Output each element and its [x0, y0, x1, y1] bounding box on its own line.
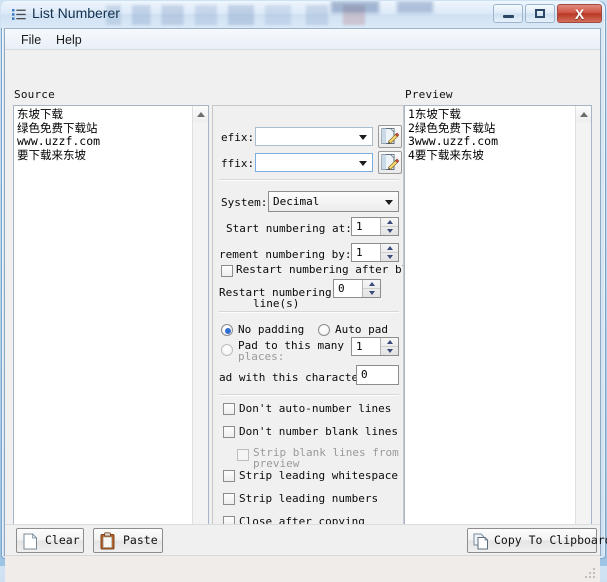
restart-after-blank-checkbox[interactable]	[221, 265, 233, 277]
dont-number-blank-checkbox[interactable]	[223, 426, 235, 438]
status-bar	[5, 555, 600, 582]
preview-textarea[interactable]: 1东坡下载 2绿色免费下载站 3www.uzzf.com 4要下载来东坡	[404, 105, 592, 542]
strip-leading-numbers-label: Strip leading numbers	[239, 492, 379, 505]
footer-toolbar: Clear Paste Copy To Clipboard	[5, 524, 607, 556]
spinner-down-icon[interactable]	[363, 289, 380, 297]
spinner-up-icon[interactable]	[381, 218, 398, 227]
window-title: List Numberer	[32, 5, 120, 21]
spinner-down-icon[interactable]	[381, 347, 398, 355]
resize-grip-icon[interactable]	[585, 568, 597, 580]
application-window: List Numberer X File Help Source 东坡下载 绿色…	[0, 0, 607, 582]
start-at-spinner[interactable]: 1	[351, 217, 399, 236]
chevron-down-icon	[359, 135, 367, 140]
auto-pad-label: Auto pad	[335, 323, 388, 336]
suffix-label: ffix:	[221, 157, 255, 170]
suffix-combo[interactable]	[255, 153, 373, 172]
spinner-up-icon[interactable]	[381, 244, 398, 253]
clear-button[interactable]: Clear	[16, 528, 84, 553]
pad-places-spinner[interactable]: 1	[351, 337, 399, 356]
menu-bar: File Help	[5, 29, 600, 50]
prefix-label: efix:	[221, 131, 255, 144]
menu-item-help[interactable]: Help	[48, 32, 90, 48]
page-icon	[23, 533, 38, 550]
restart-every-value: 0	[338, 282, 345, 295]
list-icon	[12, 9, 26, 20]
prefix-combo[interactable]	[255, 127, 373, 146]
paste-button[interactable]: Paste	[93, 528, 163, 553]
preview-scrollbar[interactable]	[575, 106, 591, 541]
restart-every-spinner[interactable]: 0	[333, 279, 381, 298]
increment-by-value: 1	[356, 246, 363, 259]
system-select[interactable]: Decimal	[268, 191, 399, 212]
pad-places-radio[interactable]	[221, 344, 233, 356]
spinner-buttons[interactable]	[362, 280, 380, 297]
pad-places-value: 1	[356, 340, 363, 353]
chevron-down-icon	[385, 200, 393, 205]
close-button[interactable]: X	[557, 4, 602, 23]
suffix-edit-button[interactable]	[378, 151, 402, 174]
close-icon: X	[574, 5, 585, 22]
title-watermark-secondary	[331, 1, 451, 13]
spinner-down-icon[interactable]	[381, 253, 398, 261]
no-padding-radio[interactable]	[221, 324, 233, 336]
paste-button-label: Paste	[123, 533, 158, 547]
client-area: File Help Source 东坡下载 绿色免费下载站 www.uzzf.c…	[4, 28, 607, 582]
system-value: Decimal	[273, 195, 320, 208]
spinner-up-icon[interactable]	[363, 280, 380, 289]
strip-blank-lines-checkbox[interactable]	[237, 449, 249, 461]
title-bar[interactable]: List Numberer X	[1, 1, 604, 28]
minimize-button[interactable]	[493, 4, 523, 23]
start-at-label: Start numbering at:	[226, 222, 352, 235]
strip-leading-whitespace-label: Strip leading whitespace	[239, 469, 398, 482]
system-label: System:	[221, 196, 268, 209]
pad-char-label: ad with this character:	[219, 371, 372, 384]
pad-char-input[interactable]: 0	[356, 365, 399, 385]
preview-text: 1东坡下载 2绿色免费下载站 3www.uzzf.com 4要下载来东坡	[408, 107, 499, 162]
divider	[219, 311, 399, 313]
source-scrollbar[interactable]	[192, 106, 208, 541]
pad-places-label-2: places:	[238, 350, 285, 363]
clear-button-label: Clear	[45, 533, 80, 547]
restart-every-label-2: line(s)	[253, 297, 300, 310]
copy-to-clipboard-button[interactable]: Copy To Clipboard	[467, 528, 607, 553]
chevron-down-icon	[359, 161, 367, 166]
increment-by-label: rement numbering by:	[219, 248, 352, 261]
note-edit-icon	[381, 128, 400, 144]
strip-leading-whitespace-checkbox[interactable]	[223, 470, 235, 482]
copy-icon	[473, 533, 489, 550]
auto-pad-radio[interactable]	[318, 324, 330, 336]
strip-leading-numbers-checkbox[interactable]	[223, 493, 235, 505]
restart-after-blank-label: Restart numbering after blank lines	[236, 263, 403, 276]
pad-char-value: 0	[361, 368, 368, 381]
divider	[219, 394, 399, 396]
source-textarea[interactable]: 东坡下载 绿色免费下载站 www.uzzf.com 要下载来东坡	[13, 105, 209, 542]
maximize-button[interactable]	[525, 4, 555, 23]
spinner-buttons[interactable]	[380, 218, 398, 235]
spinner-down-icon[interactable]	[381, 227, 398, 235]
main-body: Source 东坡下载 绿色免费下载站 www.uzzf.com 要下载来东坡 …	[5, 50, 600, 542]
no-padding-label: No padding	[238, 323, 305, 336]
spinner-buttons[interactable]	[380, 338, 398, 355]
start-at-value: 1	[356, 220, 363, 233]
divider	[219, 179, 399, 181]
prefix-edit-button[interactable]	[378, 125, 402, 148]
source-label: Source	[14, 88, 55, 101]
scroll-up-icon[interactable]	[576, 106, 591, 122]
source-text: 东坡下载 绿色免费下载站 www.uzzf.com 要下载来东坡	[17, 107, 101, 162]
minimize-icon	[494, 5, 522, 22]
dont-auto-number-label: Don't auto-number lines	[239, 402, 392, 415]
note-edit-icon	[381, 154, 400, 170]
dont-number-blank-label: Don't number blank lines	[239, 425, 398, 438]
options-panel: efix: ffix: System: Decimal Start number…	[212, 105, 404, 542]
spinner-buttons[interactable]	[380, 244, 398, 261]
preview-label: Preview	[405, 88, 453, 101]
clipboard-icon	[100, 532, 115, 550]
dont-auto-number-checkbox[interactable]	[223, 403, 235, 415]
scroll-up-icon[interactable]	[193, 106, 208, 122]
menu-item-file[interactable]: File	[13, 32, 49, 48]
increment-by-spinner[interactable]: 1	[351, 243, 399, 262]
spinner-up-icon[interactable]	[381, 338, 398, 347]
copy-button-label: Copy To Clipboard	[494, 533, 607, 547]
maximize-icon	[526, 5, 554, 22]
